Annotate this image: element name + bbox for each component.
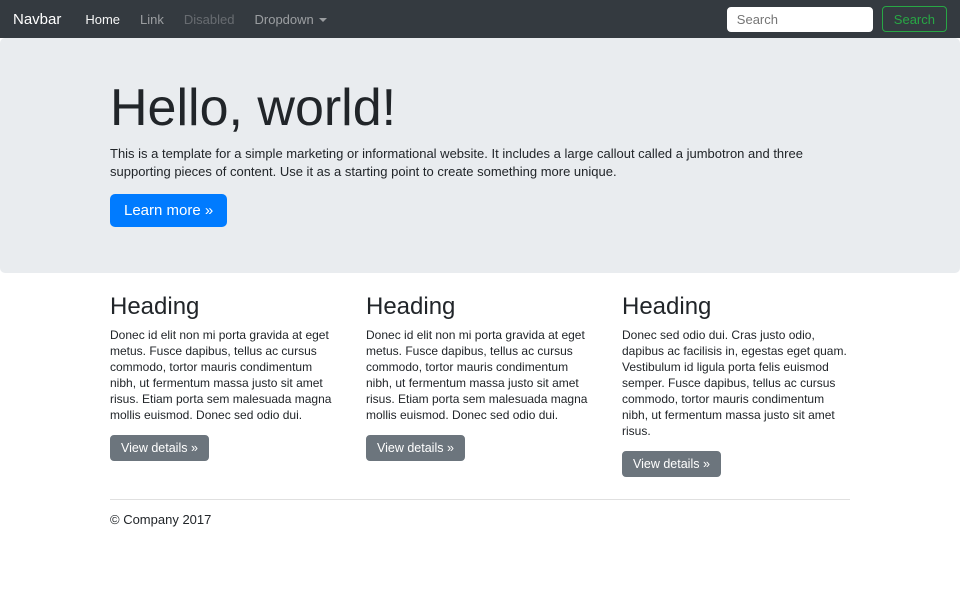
jumbotron-description: This is a template for a simple marketin… <box>110 145 850 181</box>
search-input[interactable] <box>727 7 873 32</box>
chevron-down-icon <box>319 18 327 22</box>
column-heading: Heading <box>622 295 850 319</box>
navbar: Navbar Home Link Disabled Dropdown Searc… <box>0 0 960 38</box>
page-title: Hello, world! <box>110 80 850 137</box>
column-text: Donec id elit non mi porta gravida at eg… <box>366 327 594 423</box>
nav-item-link[interactable]: Link <box>130 12 174 27</box>
main-content: Hello, world! This is a template for a s… <box>0 38 960 527</box>
view-details-button-3[interactable]: View details » <box>622 451 721 477</box>
search-form: Search <box>727 6 947 32</box>
nav-item-home[interactable]: Home <box>75 12 130 27</box>
column-text: Donec sed odio dui. Cras justo odio, dap… <box>622 327 850 439</box>
view-details-button-1[interactable]: View details » <box>110 435 209 461</box>
nav-item-dropdown[interactable]: Dropdown <box>245 12 337 27</box>
copyright-text: © Company 2017 <box>110 512 850 527</box>
learn-more-button[interactable]: Learn more » <box>110 194 227 227</box>
footer: © Company 2017 <box>110 512 850 527</box>
navbar-nav: Home Link Disabled Dropdown <box>75 12 336 27</box>
feature-column-3: Heading Donec sed odio dui. Cras justo o… <box>622 295 850 477</box>
column-text: Donec id elit non mi porta gravida at eg… <box>110 327 338 423</box>
feature-column-2: Heading Donec id elit non mi porta gravi… <box>366 295 594 477</box>
nav-item-disabled: Disabled <box>174 12 245 27</box>
navbar-brand[interactable]: Navbar <box>13 11 61 28</box>
feature-column-1: Heading Donec id elit non mi porta gravi… <box>110 295 338 477</box>
view-details-button-2[interactable]: View details » <box>366 435 465 461</box>
column-heading: Heading <box>366 295 594 319</box>
nav-item-dropdown-label: Dropdown <box>255 12 314 27</box>
jumbotron: Hello, world! This is a template for a s… <box>0 38 960 273</box>
column-heading: Heading <box>110 295 338 319</box>
footer-divider <box>110 499 850 500</box>
feature-columns: Heading Donec id elit non mi porta gravi… <box>110 295 850 477</box>
search-button[interactable]: Search <box>882 6 947 32</box>
navbar-brand-label: Navbar <box>13 11 61 28</box>
